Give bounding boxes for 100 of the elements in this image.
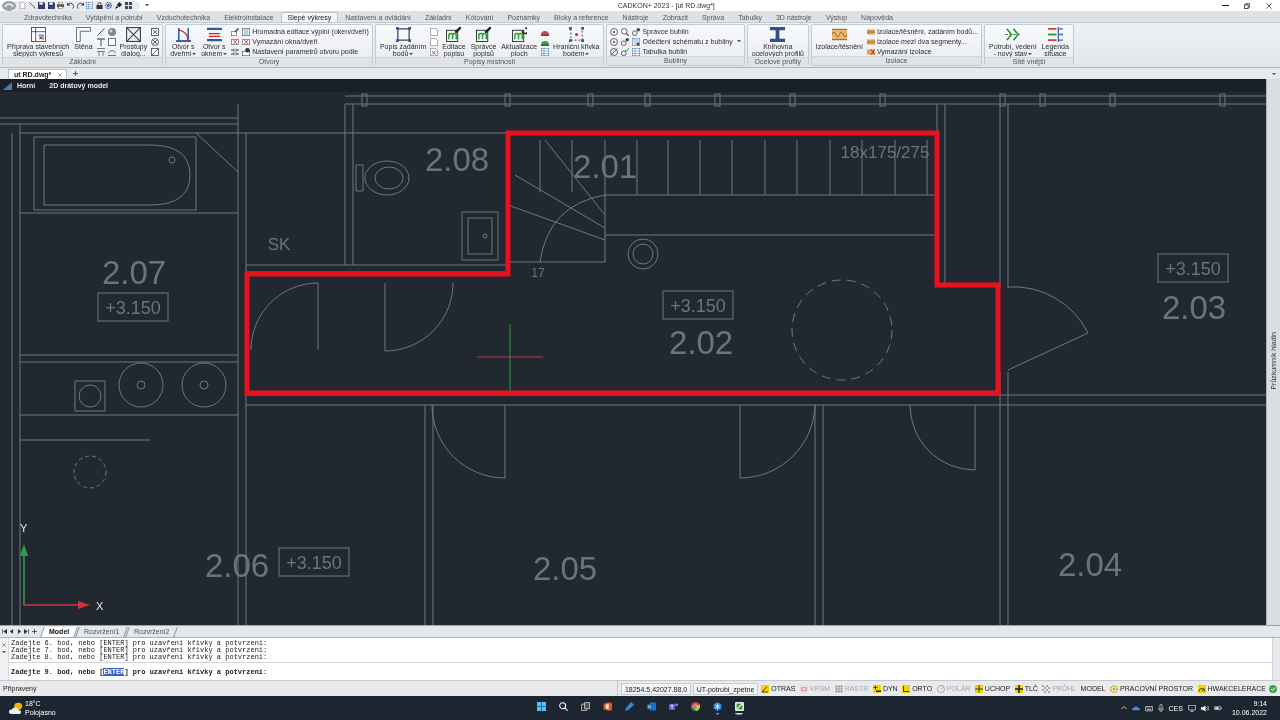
lock-icon[interactable] (95, 2, 103, 9)
stair-spec-label: 18x175/275 (840, 143, 930, 162)
first-page-icon[interactable] (2, 629, 7, 634)
insulation-strip-icon (866, 37, 875, 46)
crossed-circle-icon[interactable] (151, 38, 160, 46)
bubble-gear-icon[interactable] (621, 38, 630, 46)
last-page-icon[interactable] (24, 629, 30, 634)
level-tag: +3.150 (1157, 253, 1229, 283)
square-icon[interactable] (107, 38, 116, 46)
table-icon (632, 47, 641, 56)
office-icon[interactable] (602, 702, 612, 711)
browser-icon[interactable] (690, 702, 700, 711)
corner-points-icon (568, 27, 584, 42)
restore-icon (1244, 2, 1250, 9)
ucs-axes-icon (20, 544, 90, 609)
room-number-label: 2.06 (204, 547, 270, 584)
app-logo-icon[interactable] (2, 0, 16, 11)
room-number-label: 2.01 (572, 148, 638, 185)
battery-icon[interactable] (1213, 705, 1222, 711)
caret-icon[interactable] (2, 651, 6, 654)
add-icon[interactable] (31, 629, 37, 634)
dome-icon[interactable] (541, 38, 550, 46)
start-icon[interactable] (536, 702, 546, 711)
window-cross-icon[interactable] (231, 38, 240, 46)
undo-icon[interactable] (66, 2, 74, 9)
window-cross-icon (242, 37, 251, 46)
axis-label: Y (20, 522, 28, 534)
legend-icon (1047, 27, 1063, 42)
bubble-check-icon[interactable] (621, 48, 630, 56)
wall-gap-icon[interactable] (231, 48, 240, 56)
brush-icon[interactable] (114, 2, 122, 9)
crosshair-cursor (476, 323, 544, 392)
line-icon[interactable] (96, 28, 105, 36)
crossed-square-icon[interactable] (151, 28, 160, 36)
bubble-gear-icon (632, 27, 641, 36)
pipe-arrows-icon (1005, 27, 1021, 42)
add-icon[interactable] (73, 71, 79, 76)
task-view-icon[interactable] (580, 702, 590, 711)
close-icon (1266, 2, 1272, 9)
room-number-label: 2.05 (532, 550, 598, 587)
cloud-sun-icon (9, 702, 23, 714)
microphone-icon[interactable] (1157, 704, 1164, 712)
plot-icon[interactable] (57, 2, 65, 9)
dome-icon[interactable] (541, 28, 550, 36)
caret-icon[interactable] (144, 4, 149, 7)
table-icon[interactable] (541, 48, 550, 56)
window-list-icon (242, 27, 251, 36)
people-app-icon[interactable] (668, 702, 678, 711)
speaker-icon[interactable] (1200, 704, 1209, 712)
blueprint-icon (30, 27, 46, 42)
arch-icon[interactable] (107, 48, 116, 56)
crossed-box-icon (125, 27, 141, 42)
corner-frame-icon[interactable] (151, 48, 160, 56)
cad-app-icon[interactable] (734, 702, 744, 711)
room-tag-refresh-icon (511, 27, 527, 42)
room-number-label: 2.04 (1057, 546, 1123, 583)
window-gear-icon (242, 47, 251, 56)
keyboard-icon[interactable] (1144, 704, 1153, 712)
insulation-icon (831, 27, 847, 42)
minimize-icon (1221, 4, 1229, 7)
room-number-label: 2.08 (424, 141, 490, 178)
bubble-slash-icon[interactable] (610, 48, 619, 56)
room-number-label: 2.03 (1161, 289, 1227, 326)
previous-icon[interactable] (9, 629, 15, 634)
chevron-up-icon[interactable] (1120, 706, 1127, 710)
close-icon[interactable] (58, 72, 63, 77)
window-opening-icon (206, 27, 222, 42)
pen-app-icon[interactable] (624, 702, 634, 711)
cloud-icon[interactable] (1131, 705, 1140, 711)
viewport-menu-icon[interactable] (3, 81, 12, 90)
room-number-label: 2.02 (668, 324, 734, 361)
grid-icon[interactable] (124, 2, 132, 9)
room-number-label: 2.07 (101, 254, 167, 291)
room-tag-pen-icon (475, 27, 491, 42)
display-icon[interactable] (1187, 704, 1196, 712)
axis-label: X (96, 600, 104, 612)
page-cross-icon[interactable] (430, 48, 439, 56)
search-icon[interactable] (558, 702, 568, 711)
double-tee-icon[interactable] (96, 48, 105, 56)
wall-corner-icon (75, 27, 91, 42)
dotted-square-icon (395, 27, 411, 42)
window-pen-icon[interactable] (231, 28, 240, 36)
save-icon[interactable] (38, 2, 46, 9)
schema-icon (632, 37, 641, 46)
insulation-delete-icon (866, 47, 875, 56)
mail-app-icon[interactable] (646, 702, 656, 711)
line-tool-icon[interactable] (28, 2, 36, 9)
next-icon[interactable] (16, 629, 22, 634)
check-circle-icon (1269, 684, 1277, 693)
gear-icon[interactable] (105, 2, 113, 9)
redo-icon[interactable] (76, 2, 84, 9)
caret-icon[interactable] (1272, 72, 1276, 75)
save-as-icon[interactable] (47, 2, 55, 9)
step-number-label: 17 (531, 266, 545, 280)
snowflake-icon[interactable] (712, 702, 722, 711)
close-icon[interactable] (2, 643, 6, 647)
room-tag-pen-icon (446, 27, 462, 42)
scrollbar[interactable] (1272, 638, 1280, 680)
bubble-search-icon[interactable] (621, 28, 630, 36)
level-tag: +3.150 (97, 292, 169, 322)
